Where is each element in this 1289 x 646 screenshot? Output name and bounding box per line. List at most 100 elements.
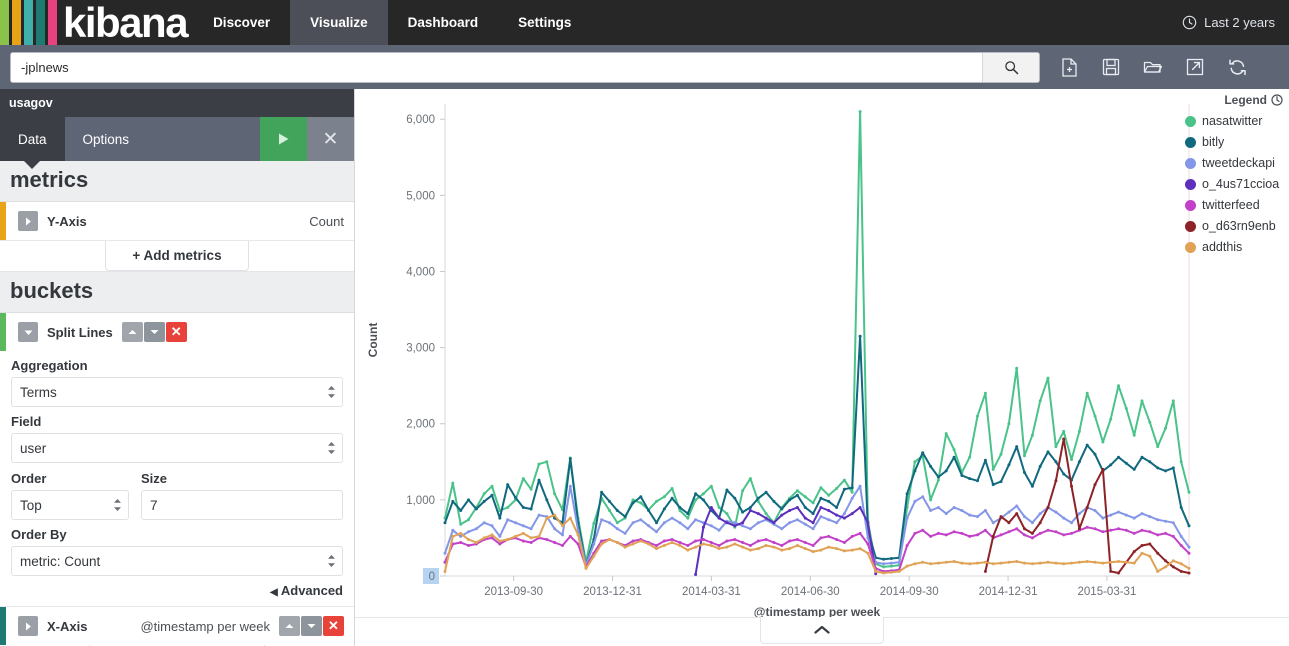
move-x-axis-down-button[interactable] <box>301 616 322 636</box>
series-point-bitly <box>803 506 807 509</box>
series-point-bitly <box>733 496 737 500</box>
size-input[interactable]: 7 <box>141 490 343 520</box>
move-split-lines-down-button[interactable] <box>143 322 165 342</box>
move-split-lines-up-button[interactable] <box>121 322 143 342</box>
series-point-tweetdeckapi <box>623 531 627 535</box>
clock-icon <box>1182 15 1197 30</box>
order-by-select[interactable]: metric: Count <box>11 546 343 576</box>
series-line-nasatwitter <box>444 110 1190 568</box>
tab-options[interactable]: Options <box>65 117 148 161</box>
nav-item-visualize[interactable]: Visualize <box>290 0 388 53</box>
legend-item-addthis[interactable]: addthis <box>1185 240 1285 254</box>
nav-item-discover[interactable]: Discover <box>193 0 290 45</box>
series-point-tweetdeckapi <box>670 516 674 520</box>
series-point-addthis <box>561 524 564 528</box>
series-point-bitly <box>983 458 987 462</box>
series-point-bitly <box>1023 471 1026 474</box>
save-visualization-button[interactable] <box>1090 47 1132 87</box>
new-visualization-button[interactable] <box>1048 47 1090 87</box>
legend-item-o_d63rn9enb[interactable]: o_d63rn9enb <box>1185 219 1285 233</box>
remove-x-axis-button[interactable]: ✕ <box>323 616 344 636</box>
series-point-nasatwitter <box>1117 384 1120 388</box>
legend-item-twitterfeed[interactable]: twitterfeed <box>1185 198 1285 212</box>
series-point-bitly <box>1077 460 1081 464</box>
series-point-tweetdeckapi <box>474 527 478 531</box>
visualization-editor-sidebar: usagov Data Options ✕ metrics Y-Axis Cou… <box>0 89 355 646</box>
series-point-bitly <box>1015 445 1019 449</box>
series-point-bitly <box>1171 466 1175 470</box>
series-point-o_d63rn9enb <box>983 569 987 573</box>
series-point-tweetdeckapi <box>686 527 690 531</box>
series-point-twitterfeed <box>1109 528 1113 532</box>
collapse-chart-button[interactable] <box>760 617 884 644</box>
series-point-o_4us71ccioa <box>866 521 870 525</box>
expand-metric-button[interactable] <box>18 211 38 231</box>
bucket-row-split-lines[interactable]: Split Lines ✕ <box>0 313 354 351</box>
share-visualization-button[interactable] <box>1174 47 1216 87</box>
advanced-toggle[interactable]: ◀ Advanced <box>0 576 354 606</box>
x-tick-label: 2014-06-30 <box>781 586 840 598</box>
field-select[interactable]: user <box>11 433 343 463</box>
refresh-button[interactable] <box>1216 47 1258 87</box>
series-point-tweetdeckapi <box>1077 512 1081 516</box>
nav-item-settings[interactable]: Settings <box>498 0 591 45</box>
apply-changes-button[interactable] <box>260 117 307 161</box>
series-point-o_4us71ccioa <box>748 509 752 512</box>
series-point-tweetdeckapi <box>1030 521 1034 525</box>
series-point-twitterfeed <box>694 539 698 543</box>
series-point-twitterfeed <box>1140 528 1144 532</box>
search-input[interactable] <box>11 52 982 82</box>
collapse-split-lines-button[interactable] <box>18 322 38 342</box>
order-select[interactable]: Top <box>11 490 129 520</box>
series-point-o_4us71ccioa <box>709 506 713 509</box>
bucket-row-x-axis[interactable]: X-Axis @timestamp per week ✕ <box>0 606 354 645</box>
series-point-addthis <box>1070 561 1073 565</box>
series-point-tweetdeckapi <box>662 521 666 525</box>
search-button[interactable] <box>982 52 1039 82</box>
series-point-tweetdeckapi <box>968 513 972 517</box>
time-picker-button[interactable]: Last 2 years <box>1182 0 1289 45</box>
series-point-addthis <box>842 549 846 553</box>
series-point-twitterfeed <box>459 541 463 544</box>
series-point-twitterfeed <box>733 538 737 541</box>
legend-header[interactable]: Legend <box>1185 93 1285 107</box>
series-point-nasatwitter <box>858 110 862 114</box>
discard-changes-button[interactable]: ✕ <box>307 117 354 161</box>
aggregation-select[interactable]: Terms <box>11 377 343 407</box>
series-point-nasatwitter <box>639 501 643 505</box>
move-x-axis-up-button[interactable] <box>279 616 300 636</box>
legend-item-nasatwitter[interactable]: nasatwitter <box>1185 114 1285 128</box>
series-point-nasatwitter <box>1140 399 1144 403</box>
order-by-label: Order By <box>11 527 67 542</box>
legend-item-bitly[interactable]: bitly <box>1185 135 1285 149</box>
legend-item-tweetdeckapi[interactable]: tweetdeckapi <box>1185 156 1285 170</box>
series-point-twitterfeed <box>905 544 909 547</box>
series-point-tweetdeckapi <box>506 518 510 522</box>
series-point-bitly <box>521 506 525 509</box>
remove-x-icon: ✕ <box>328 618 339 633</box>
series-point-addthis <box>615 541 619 544</box>
nav-item-dashboard[interactable]: Dashboard <box>388 0 499 45</box>
series-point-twitterfeed <box>835 538 839 541</box>
metric-row-y-axis[interactable]: Y-Axis Count <box>0 202 354 241</box>
series-point-bitly <box>756 496 760 500</box>
legend-item-o_4us71ccioa[interactable]: o_4us71ccioa <box>1185 177 1285 191</box>
series-point-addthis <box>498 539 502 543</box>
add-metrics-button[interactable]: + Add metrics <box>105 241 249 271</box>
series-point-tweetdeckapi <box>921 495 925 499</box>
series-point-addthis <box>889 570 893 574</box>
open-visualization-button[interactable] <box>1132 47 1174 87</box>
remove-split-lines-button[interactable]: ✕ <box>165 322 187 342</box>
series-point-o_4us71ccioa <box>858 506 862 509</box>
series-point-bitly <box>670 496 674 500</box>
tab-data-label: Data <box>18 131 47 147</box>
series-point-addthis <box>631 542 635 546</box>
series-point-bitly <box>764 490 768 494</box>
series-point-tweetdeckapi <box>741 524 745 528</box>
nav-item-label: Dashboard <box>407 15 479 30</box>
expand-x-axis-button[interactable] <box>18 616 38 636</box>
tab-data[interactable]: Data <box>0 117 65 169</box>
line-chart: 0 1,000 2,000 3,000 4,000 5,000 6,000 Count 2013… <box>366 104 1191 617</box>
series-point-nasatwitter <box>1187 490 1191 494</box>
series-point-tweetdeckapi <box>1038 512 1042 516</box>
